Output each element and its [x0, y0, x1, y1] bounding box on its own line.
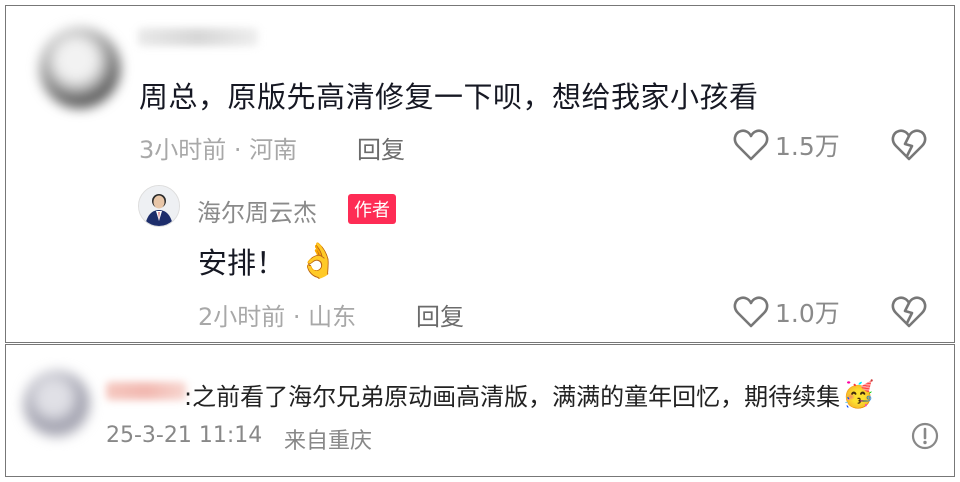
broken-heart-icon[interactable]	[891, 295, 927, 329]
user-avatar-blurred[interactable]	[24, 371, 90, 437]
reply-text: 安排！	[198, 246, 286, 280]
comment-content: :之前看了海尔兄弟原动画高清版，满满的童年回忆，期待续集 🥳	[184, 377, 874, 412]
heart-icon	[733, 296, 769, 328]
comment-timestamp: 25-3-21 11:14	[106, 423, 263, 448]
reply-button-2[interactable]: 回复	[416, 297, 464, 332]
comment-panel-top: 周总，原版先高清修复一下呗，想给我家小孩看 3小时前 · 河南 回复 1.5万 …	[5, 5, 955, 343]
user-avatar-blurred[interactable]	[40, 28, 120, 108]
party-emoji: 🥳	[842, 379, 875, 410]
author-avatar[interactable]	[138, 185, 180, 227]
author-badge: 作者	[348, 194, 396, 224]
reply-meta: 2小时前 · 山东	[198, 303, 357, 331]
comment-panel-bottom: :之前看了海尔兄弟原动画高清版，满满的童年回忆，期待续集 🥳 25-3-21 1…	[5, 344, 955, 477]
like-count-2: 1.0万	[775, 299, 840, 328]
like-button[interactable]: 1.5万	[733, 127, 840, 163]
comment-text: 周总，原版先高清修复一下呗，想给我家小孩看	[139, 80, 759, 114]
comment-location: 来自重庆	[284, 429, 373, 454]
reply-content: 安排！ 👌	[198, 240, 339, 282]
reply-button[interactable]: 回复	[357, 130, 405, 165]
author-portrait-icon	[139, 186, 179, 226]
ok-hand-emoji: 👌	[297, 241, 340, 281]
author-name[interactable]: 海尔周云杰	[197, 193, 317, 228]
like-count: 1.5万	[775, 132, 840, 161]
comment-meta: 3小时前 · 河南	[139, 136, 298, 164]
report-icon[interactable]	[910, 421, 940, 451]
like-button-2[interactable]: 1.0万	[733, 294, 840, 330]
heart-icon	[733, 129, 769, 161]
comment-text: :之前看了海尔兄弟原动画高清版，满满的童年回忆，期待续集	[184, 383, 841, 411]
broken-heart-icon[interactable]	[891, 128, 927, 162]
username-blurred[interactable]	[106, 382, 186, 400]
username-blurred[interactable]	[138, 28, 258, 46]
